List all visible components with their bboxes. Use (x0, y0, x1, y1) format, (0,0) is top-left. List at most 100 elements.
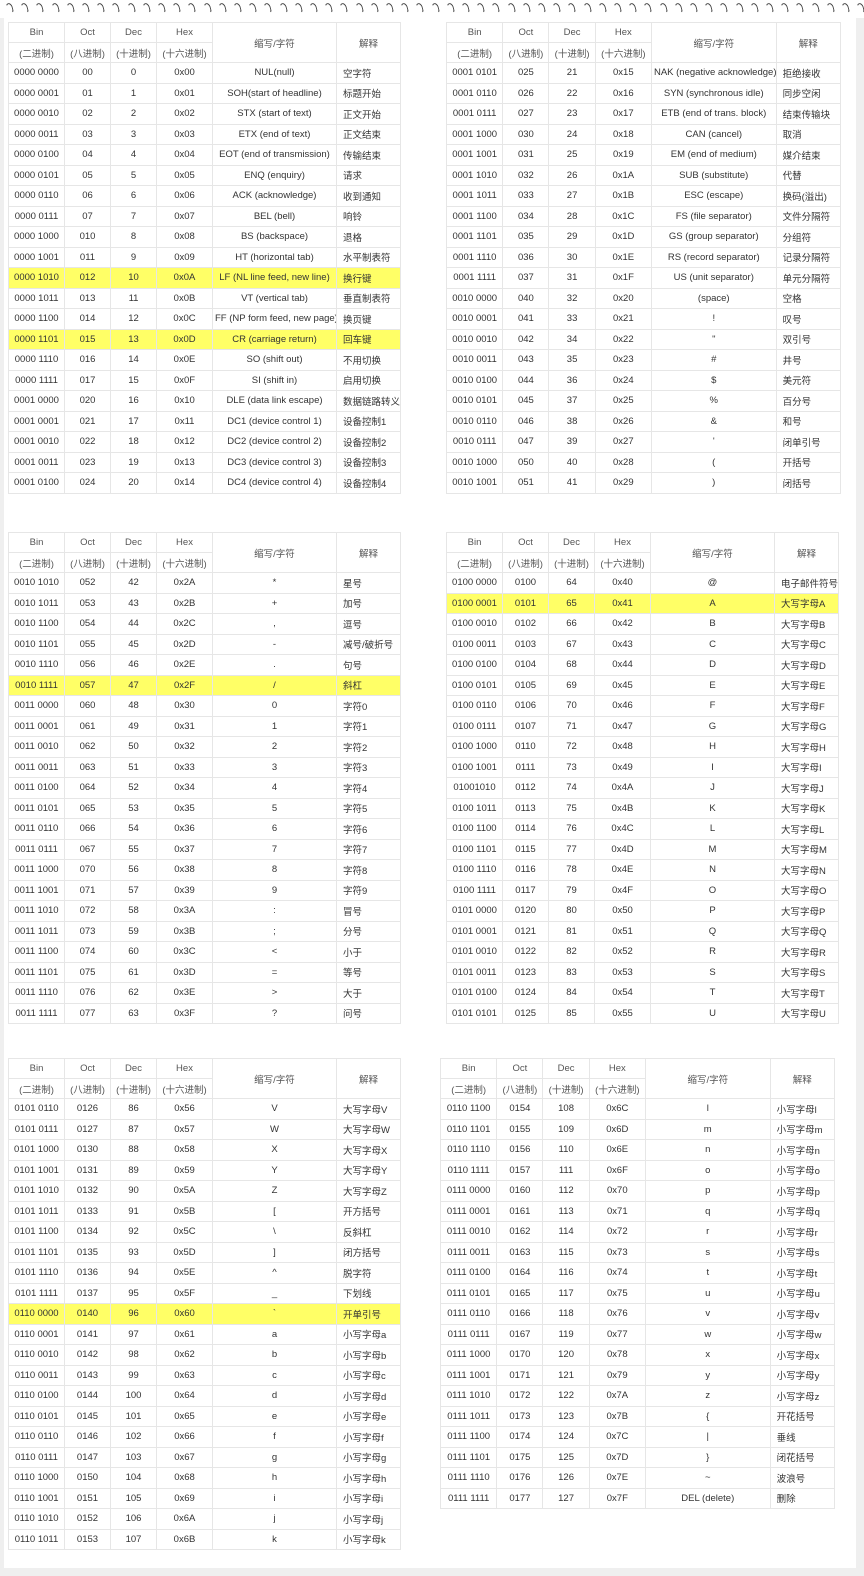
oct-cell: 045 (502, 390, 550, 412)
exp-cell: 加号 (336, 592, 401, 614)
spiral-ring-icon (19, 2, 30, 15)
bin-cell: 0111 0101 (439, 1282, 498, 1304)
bin-cell: 0011 1111 (8, 1002, 65, 1024)
dec-header: Dec (110, 532, 157, 553)
oct-cell: 0134 (64, 1221, 111, 1243)
table-row: 0100 0011 0103 67 0x43 C 大写字母C (446, 633, 839, 655)
hex-header: Hex (156, 22, 213, 43)
hex-cell: 0x79 (588, 1364, 646, 1386)
dec-cell: 23 (548, 103, 596, 125)
bin-cell: 0010 0111 (445, 431, 504, 453)
bin-cell: 0011 1101 (8, 961, 65, 983)
hex-cell: 0x40 (594, 572, 651, 594)
hex-cell: 0x70 (588, 1180, 646, 1202)
oct-header: Oct (502, 22, 550, 43)
hex-cell: 0x1B (594, 185, 652, 207)
hex-cell: 0x2B (156, 592, 213, 614)
spiral-ring-icon (430, 2, 441, 15)
table-row: 0100 0000 0100 64 0x40 @ 电子邮件符号 (446, 572, 839, 594)
dec-cell: 13 (110, 328, 157, 350)
oct-header: Oct (64, 532, 111, 553)
abbr-cell: A (650, 592, 775, 614)
hex-cell: 0x73 (588, 1241, 646, 1263)
oct-cell: 051 (502, 472, 550, 494)
spiral-ring-icon (703, 2, 714, 15)
bin-cell: 0101 1011 (8, 1200, 65, 1222)
oct-cell: 0145 (64, 1405, 111, 1427)
hex-cell: 0x28 (594, 451, 652, 473)
abbr-cell: S (650, 961, 775, 983)
dec-cell: 3 (110, 123, 157, 145)
bin-cell: 0011 0001 (8, 715, 65, 737)
exp-header: 解释 (769, 1058, 835, 1099)
oct-cell: 02 (64, 103, 111, 125)
spiral-ring-icon (308, 2, 319, 15)
oct-cell: 0172 (496, 1385, 544, 1407)
abbr-cell: 5 (212, 797, 337, 819)
bin-cell: 0111 1010 (439, 1385, 498, 1407)
oct-cell: 0106 (502, 695, 549, 717)
dec-cell: 25 (548, 144, 596, 166)
exp-cell: 大写字母M (774, 838, 839, 860)
exp-cell: 单元分隔符 (775, 267, 841, 289)
bin-cell: 0000 0101 (8, 164, 65, 186)
dec-cell: 73 (548, 756, 595, 778)
oct-header-sub: (八进制) (64, 552, 111, 573)
table-row: 0101 0110 0126 86 0x56 V 大写字母V (8, 1098, 401, 1120)
table-row: 0000 0100 04 4 0x04 EOT (end of transmission… (8, 144, 401, 166)
oct-cell: 021 (64, 410, 111, 432)
bin-cell: 0100 0101 (446, 674, 503, 696)
spiral-ring-icon (794, 2, 805, 15)
table-row: 0011 0110 066 54 0x36 6 字符6 (8, 818, 401, 840)
exp-cell: 小写字母j (336, 1508, 401, 1530)
hex-cell: 0x2A (156, 572, 213, 594)
bin-cell: 0111 1111 (439, 1487, 498, 1509)
oct-cell: 0163 (496, 1241, 544, 1263)
hex-cell: 0x61 (156, 1323, 213, 1345)
hex-cell: 0x67 (156, 1446, 213, 1468)
bin-cell: 0110 0100 (8, 1385, 65, 1407)
spiral-ring-icon (126, 2, 137, 15)
exp-cell: 换行键 (336, 267, 401, 289)
abbr-cell: C (650, 633, 775, 655)
bin-cell: 0001 1011 (445, 185, 504, 207)
oct-cell: 0151 (64, 1487, 111, 1509)
bin-cell: 0001 1110 (445, 246, 504, 268)
exp-cell: 大写字母V (336, 1098, 401, 1120)
exp-cell: 百分号 (775, 390, 841, 412)
hex-cell: 0x64 (156, 1385, 213, 1407)
abbr-cell: DC1 (device control 1) (212, 410, 337, 432)
dec-cell: 123 (542, 1405, 590, 1427)
dec-cell: 97 (110, 1323, 157, 1345)
exp-cell: 空字符 (336, 62, 401, 84)
bin-cell: 0111 0100 (439, 1262, 498, 1284)
abbr-cell: K (650, 797, 775, 819)
abbr-cell: DC2 (device control 2) (212, 431, 337, 453)
hex-cell: 0x0D (156, 328, 213, 350)
dec-cell: 54 (110, 818, 157, 840)
dec-cell: 48 (110, 695, 157, 717)
dec-cell: 109 (542, 1118, 590, 1140)
abbr-cell: m (644, 1118, 771, 1140)
hex-header: Hex (156, 1058, 213, 1079)
exp-cell: 退格 (336, 226, 401, 248)
table-row: 0101 1101 0135 93 0x5D] 闭方括号 (8, 1241, 401, 1263)
spiral-ring-icon (323, 2, 334, 15)
bin-cell: 0101 0111 (8, 1118, 65, 1140)
dec-cell: 126 (542, 1467, 590, 1489)
dec-cell: 58 (110, 900, 157, 922)
table-row: 0110 0011 0143 99 0x63 c 小写字母c (8, 1364, 401, 1386)
abbr-cell: t (644, 1262, 771, 1284)
dec-cell: 66 (548, 613, 595, 635)
dec-cell: 65 (548, 592, 595, 614)
spiral-ring-icon (354, 2, 365, 15)
bin-cell: 0000 1000 (8, 226, 65, 248)
oct-cell: 0111 (502, 756, 549, 778)
table-row: 0101 0010 0122 82 0x52 R 大写字母R (446, 941, 839, 963)
hex-cell: 0x10 (156, 390, 213, 412)
dec-cell: 108 (542, 1098, 590, 1120)
exp-cell: 拒绝接收 (775, 62, 841, 84)
abbr-cell: 9 (212, 879, 337, 901)
dec-cell: 7 (110, 205, 157, 227)
oct-cell: 0174 (496, 1426, 544, 1448)
